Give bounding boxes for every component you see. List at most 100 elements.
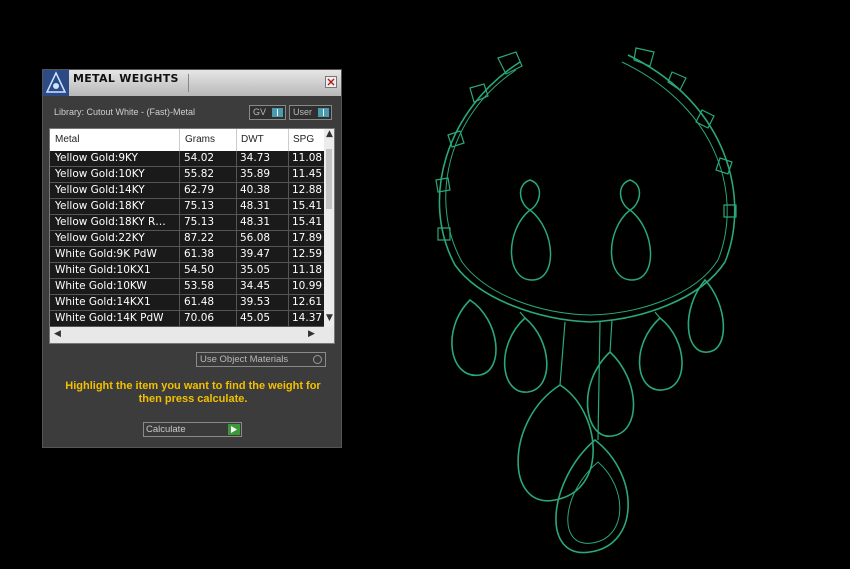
spg-cell: 11.08	[292, 152, 323, 164]
metal-cell: Yellow Gold:9KY	[55, 152, 138, 164]
cell-divider	[179, 295, 180, 311]
user-toggle[interactable]: User	[289, 105, 332, 120]
dwt-cell: 48.31	[240, 200, 271, 212]
metal-cell: White Gold:10KW	[55, 280, 147, 292]
panel-titlebar[interactable]: METAL WEIGHTS	[43, 70, 341, 96]
table-row[interactable]: Yellow Gold:14KY 62.79 40.38 12.88	[50, 183, 326, 199]
metal-cell: Yellow Gold:22KY	[55, 232, 145, 244]
spg-cell: 15.41	[292, 216, 323, 228]
cell-divider	[179, 279, 180, 295]
cell-divider	[236, 295, 237, 311]
metal-cell: White Gold:14K PdW	[55, 312, 164, 324]
dwt-cell: 34.45	[240, 280, 271, 292]
scroll-down-icon[interactable]: ▼	[326, 313, 333, 323]
metal-cell: White Gold:9K PdW	[55, 248, 157, 260]
table-row[interactable]: Yellow Gold:9KY 54.02 34.73 11.08	[50, 151, 326, 167]
cell-divider	[179, 247, 180, 263]
column-divider	[236, 129, 237, 151]
column-divider	[179, 129, 180, 151]
user-toggle-label: User	[293, 107, 313, 117]
spg-cell: 12.88	[292, 184, 323, 196]
scrollbar-thumb[interactable]	[326, 149, 332, 209]
column-header-dwt[interactable]: DWT	[241, 134, 264, 145]
cell-divider	[288, 263, 289, 279]
metal-cell: Yellow Gold:14KY	[55, 184, 145, 196]
table-row[interactable]: White Gold:14K PdW 70.06 45.05 14.37	[50, 311, 326, 327]
cell-divider	[236, 279, 237, 295]
cell-divider	[288, 311, 289, 327]
grams-cell: 62.79	[184, 184, 215, 196]
cell-divider	[288, 279, 289, 295]
grams-cell: 55.82	[184, 168, 215, 180]
column-header-spg[interactable]: SPG	[293, 134, 314, 145]
column-header-metal[interactable]: Metal	[55, 134, 79, 145]
cell-divider	[236, 183, 237, 199]
cell-divider	[288, 167, 289, 183]
spg-cell: 11.45	[292, 168, 323, 180]
scroll-right-icon[interactable]: ▶	[308, 329, 315, 339]
dwt-cell: 39.53	[240, 296, 271, 308]
radio-icon[interactable]	[313, 355, 322, 364]
metal-cell: Yellow Gold:10KY	[55, 168, 145, 180]
dwt-cell: 40.38	[240, 184, 271, 196]
close-icon	[327, 78, 335, 86]
gv-toggle-label: GV	[253, 107, 267, 117]
dwt-cell: 35.89	[240, 168, 271, 180]
cell-divider	[179, 183, 180, 199]
metal-table[interactable]: Metal Grams DWT SPG Yellow Gold:9KY 54.02…	[49, 128, 335, 344]
cell-divider	[179, 215, 180, 231]
table-row[interactable]: Yellow Gold:10KY 55.82 35.89 11.45	[50, 167, 326, 183]
calculate-button[interactable]: Calculate	[143, 422, 242, 437]
toggle-switch-icon	[272, 108, 283, 117]
cell-divider	[236, 231, 237, 247]
table-body: Yellow Gold:9KY 54.02 34.73 11.08 Yellow Gol…	[50, 151, 326, 327]
table-row[interactable]: White Gold:10KW 53.58 34.45 10.99	[50, 279, 326, 295]
metal-cell: White Gold:14KX1	[55, 296, 151, 308]
table-row[interactable]: Yellow Gold:22KY 87.22 56.08 17.89	[50, 231, 326, 247]
cell-divider	[179, 151, 180, 167]
use-object-materials-label: Use Object Materials	[200, 354, 289, 365]
vertical-scrollbar[interactable]: ▲ ▼	[324, 129, 334, 327]
cell-divider	[179, 263, 180, 279]
cell-divider	[236, 167, 237, 183]
gv-toggle[interactable]: GV	[249, 105, 286, 120]
table-row[interactable]: White Gold:14KX1 61.48 39.53 12.61	[50, 295, 326, 311]
grams-cell: 54.50	[184, 264, 215, 276]
spg-cell: 17.89	[292, 232, 323, 244]
use-object-materials-option[interactable]: Use Object Materials	[196, 352, 326, 367]
scroll-up-icon[interactable]: ▲	[326, 129, 333, 139]
column-header-grams[interactable]: Grams	[185, 134, 215, 145]
cell-divider	[179, 311, 180, 327]
close-button[interactable]	[325, 76, 337, 88]
cell-divider	[236, 151, 237, 167]
spg-cell: 15.41	[292, 200, 323, 212]
toggle-switch-icon	[318, 108, 329, 117]
cell-divider	[288, 295, 289, 311]
cell-divider	[288, 247, 289, 263]
grams-cell: 75.13	[184, 200, 215, 212]
column-divider	[288, 129, 289, 151]
instruction-text: Highlight the item you want to find the …	[65, 380, 321, 405]
table-row[interactable]: White Gold:9K PdW 61.38 39.47 12.59	[50, 247, 326, 263]
dwt-cell: 39.47	[240, 248, 271, 260]
grams-cell: 75.13	[184, 216, 215, 228]
metal-cell: Yellow Gold:18KY	[55, 200, 145, 212]
dwt-cell: 35.05	[240, 264, 271, 276]
earrings-model[interactable]	[510, 179, 652, 281]
scroll-left-icon[interactable]: ◀	[54, 329, 61, 339]
cell-divider	[288, 199, 289, 215]
table-row[interactable]: White Gold:10KX1 54.50 35.05 11.18	[50, 263, 326, 279]
panel-title: METAL WEIGHTS	[73, 72, 179, 85]
table-row[interactable]: Yellow Gold:18KY R… 75.13 48.31 15.41	[50, 215, 326, 231]
necklace-model[interactable]	[435, 47, 737, 554]
dwt-cell: 34.73	[240, 152, 271, 164]
table-header: Metal Grams DWT SPG	[50, 129, 326, 151]
spg-cell: 14.37	[292, 312, 323, 324]
horizontal-scrollbar[interactable]: ◀ ▶	[50, 327, 334, 343]
cell-divider	[288, 151, 289, 167]
title-divider	[188, 74, 189, 92]
metal-weights-panel: METAL WEIGHTS Library: Cutout White - (F…	[42, 69, 342, 448]
table-row[interactable]: Yellow Gold:18KY 75.13 48.31 15.41	[50, 199, 326, 215]
cell-divider	[236, 215, 237, 231]
cell-divider	[288, 231, 289, 247]
